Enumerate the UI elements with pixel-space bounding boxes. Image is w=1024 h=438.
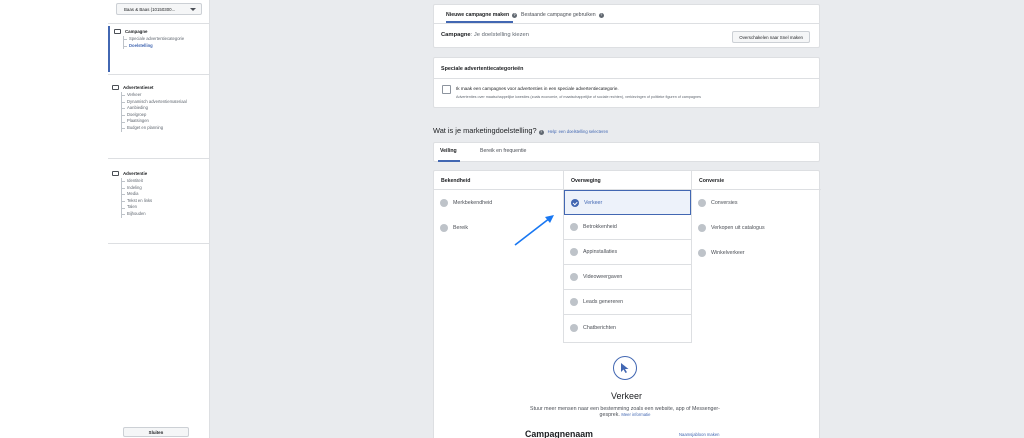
- quick-create-button[interactable]: Overschakelen naar Snel maken: [732, 31, 810, 43]
- tab-reach-frequency[interactable]: Bereik en frequentie: [480, 148, 526, 154]
- objective-question-text: Wat is je marketingdoelstelling?: [433, 126, 537, 135]
- sidebar-section-adset: Advertentieset Verkeer Dynamisch adverte…: [108, 82, 209, 132]
- sidebar-item-ad[interactable]: Advertentie: [108, 168, 209, 178]
- sidebar-divider: [108, 243, 209, 244]
- sidebar-divider: [108, 74, 209, 75]
- sidebar-item-tracking[interactable]: Bijhouden: [108, 210, 209, 218]
- check-circle-icon: [571, 198, 579, 207]
- sidebar-item-identity[interactable]: Identiteit: [108, 178, 209, 185]
- funnel-icon: [570, 298, 578, 306]
- column-heading: Bekendheid: [434, 171, 563, 190]
- annotation-arrow-icon: [514, 215, 554, 246]
- sidebar-item-campaign[interactable]: Campagne: [110, 26, 209, 36]
- globe-icon: [698, 198, 706, 207]
- sidebar-divider: [108, 158, 209, 159]
- megaphone-icon: [440, 198, 448, 207]
- sidebar-item-budget[interactable]: Budget en planning: [108, 124, 209, 132]
- sidebar-item-objective[interactable]: Doelstelling: [110, 42, 209, 50]
- help-icon[interactable]: ?: [538, 130, 544, 135]
- campaign-status: Campagne: Je doelstelling kiezen: [441, 32, 529, 38]
- sidebar-item-media[interactable]: Media: [108, 191, 209, 198]
- buying-type-card: Veiling Bereik en frequentie: [433, 142, 820, 162]
- objective-column-consideration: Overweging Verkeer Betrokkenheid Appinst…: [563, 171, 692, 343]
- learn-more-link[interactable]: Meer informatie: [621, 412, 650, 417]
- tab-auction[interactable]: Veiling: [440, 148, 457, 154]
- special-category-title: Speciale advertentiecategorieën: [441, 66, 524, 72]
- sidebar-item-languages[interactable]: Talen: [108, 204, 209, 211]
- sidebar-section-ad: Advertentie Identiteit Indeling Media Te…: [108, 168, 209, 218]
- objective-traffic[interactable]: Verkeer: [564, 190, 691, 215]
- objective-conversions[interactable]: Conversies: [692, 190, 821, 215]
- chevron-down-icon: [190, 8, 196, 11]
- tab-existing-campaign[interactable]: Bestaande campagne gebruiken ?: [521, 10, 604, 20]
- active-tab-indicator: [438, 160, 460, 162]
- close-button[interactable]: Sluiten: [123, 427, 189, 437]
- objective-question: Wat is je marketingdoelstelling? ? Help:…: [433, 126, 608, 135]
- objective-catalog-sales[interactable]: Verkopen uit catalogus: [692, 215, 821, 240]
- special-category-card: Speciale advertentiecategorieën Ik maak …: [433, 57, 820, 108]
- cursor-icon: [613, 356, 637, 380]
- column-heading: Overweging: [564, 171, 691, 190]
- account-name: Baas & Baas (10150300...: [124, 7, 176, 12]
- sidebar-item-adset[interactable]: Advertentieset: [108, 82, 209, 92]
- divider: [434, 78, 819, 79]
- sidebar-item-special-category[interactable]: Speciale advertentiecategorie: [110, 36, 209, 43]
- box-icon: [570, 248, 578, 256]
- asterisk-icon: [440, 223, 448, 232]
- objective-detail-description: Stuur meer mensen naar een bestemming zo…: [530, 406, 720, 419]
- column-heading: Conversie: [692, 171, 821, 190]
- help-icon[interactable]: ?: [512, 12, 518, 18]
- sidebar-item-placements[interactable]: Plaatsingen: [108, 118, 209, 125]
- sidebar-item-audience[interactable]: Doelgroep: [108, 111, 209, 119]
- campaign-card: Nieuwe campagne maken ? Bestaande campag…: [433, 4, 820, 48]
- pointer-icon: [621, 363, 629, 373]
- store-icon: [698, 248, 706, 257]
- objective-engagement[interactable]: Betrokkenheid: [564, 215, 691, 240]
- sidebar-item-dynamic-creative[interactable]: Dynamisch advertentiemateriaal: [108, 98, 209, 106]
- special-category-description: Advertenties over maatschappelijke kwest…: [456, 95, 701, 99]
- cart-icon: [698, 223, 706, 232]
- name-template-link[interactable]: Naamsjabloon maken: [679, 432, 720, 437]
- objective-store-traffic[interactable]: Winkelverkeer: [692, 240, 821, 265]
- video-icon: [570, 273, 578, 281]
- sidebar-item-offer[interactable]: Aanbieding: [108, 105, 209, 112]
- objective-detail-title: Verkeer: [610, 391, 643, 401]
- sidebar-section-campaign: Campagne Speciale advertentiecategorie D…: [108, 26, 209, 72]
- objective-app-installs[interactable]: Appinstallaties: [564, 240, 691, 265]
- grid-icon: [112, 84, 119, 90]
- sidebar-item-traffic[interactable]: Verkeer: [108, 92, 209, 99]
- sidebar-divider: [108, 23, 209, 24]
- sidebar: Baas & Baas (10150300... Campagne Specia…: [108, 0, 210, 438]
- sidebar-item-text-links[interactable]: Tekst en links: [108, 197, 209, 205]
- account-selector[interactable]: Baas & Baas (10150300...: [116, 3, 202, 15]
- objective-column-conversion: Conversie Conversies Verkopen uit catalo…: [692, 171, 821, 265]
- people-icon: [570, 223, 578, 231]
- help-icon[interactable]: ?: [598, 12, 604, 18]
- briefcase-icon: [114, 28, 121, 34]
- divider: [434, 23, 819, 24]
- objective-messages[interactable]: Chatberichten: [564, 315, 691, 340]
- chat-bubble-icon: [570, 323, 578, 332]
- special-category-checkbox[interactable]: [442, 85, 451, 94]
- objective-help-link[interactable]: Help: een doelstelling selecteren: [548, 129, 609, 134]
- objective-lead-generation[interactable]: Leads genereren: [564, 290, 691, 315]
- special-category-label[interactable]: Ik maak een campagnes voor advertenties …: [456, 86, 619, 91]
- campaign-name-heading: Campagnenaam: [525, 429, 593, 438]
- tab-new-campaign[interactable]: Nieuwe campagne maken ?: [446, 10, 518, 20]
- monitor-icon: [112, 170, 119, 176]
- sidebar-item-format[interactable]: Indeling: [108, 184, 209, 192]
- objective-video-views[interactable]: Videoweergaven: [564, 265, 691, 290]
